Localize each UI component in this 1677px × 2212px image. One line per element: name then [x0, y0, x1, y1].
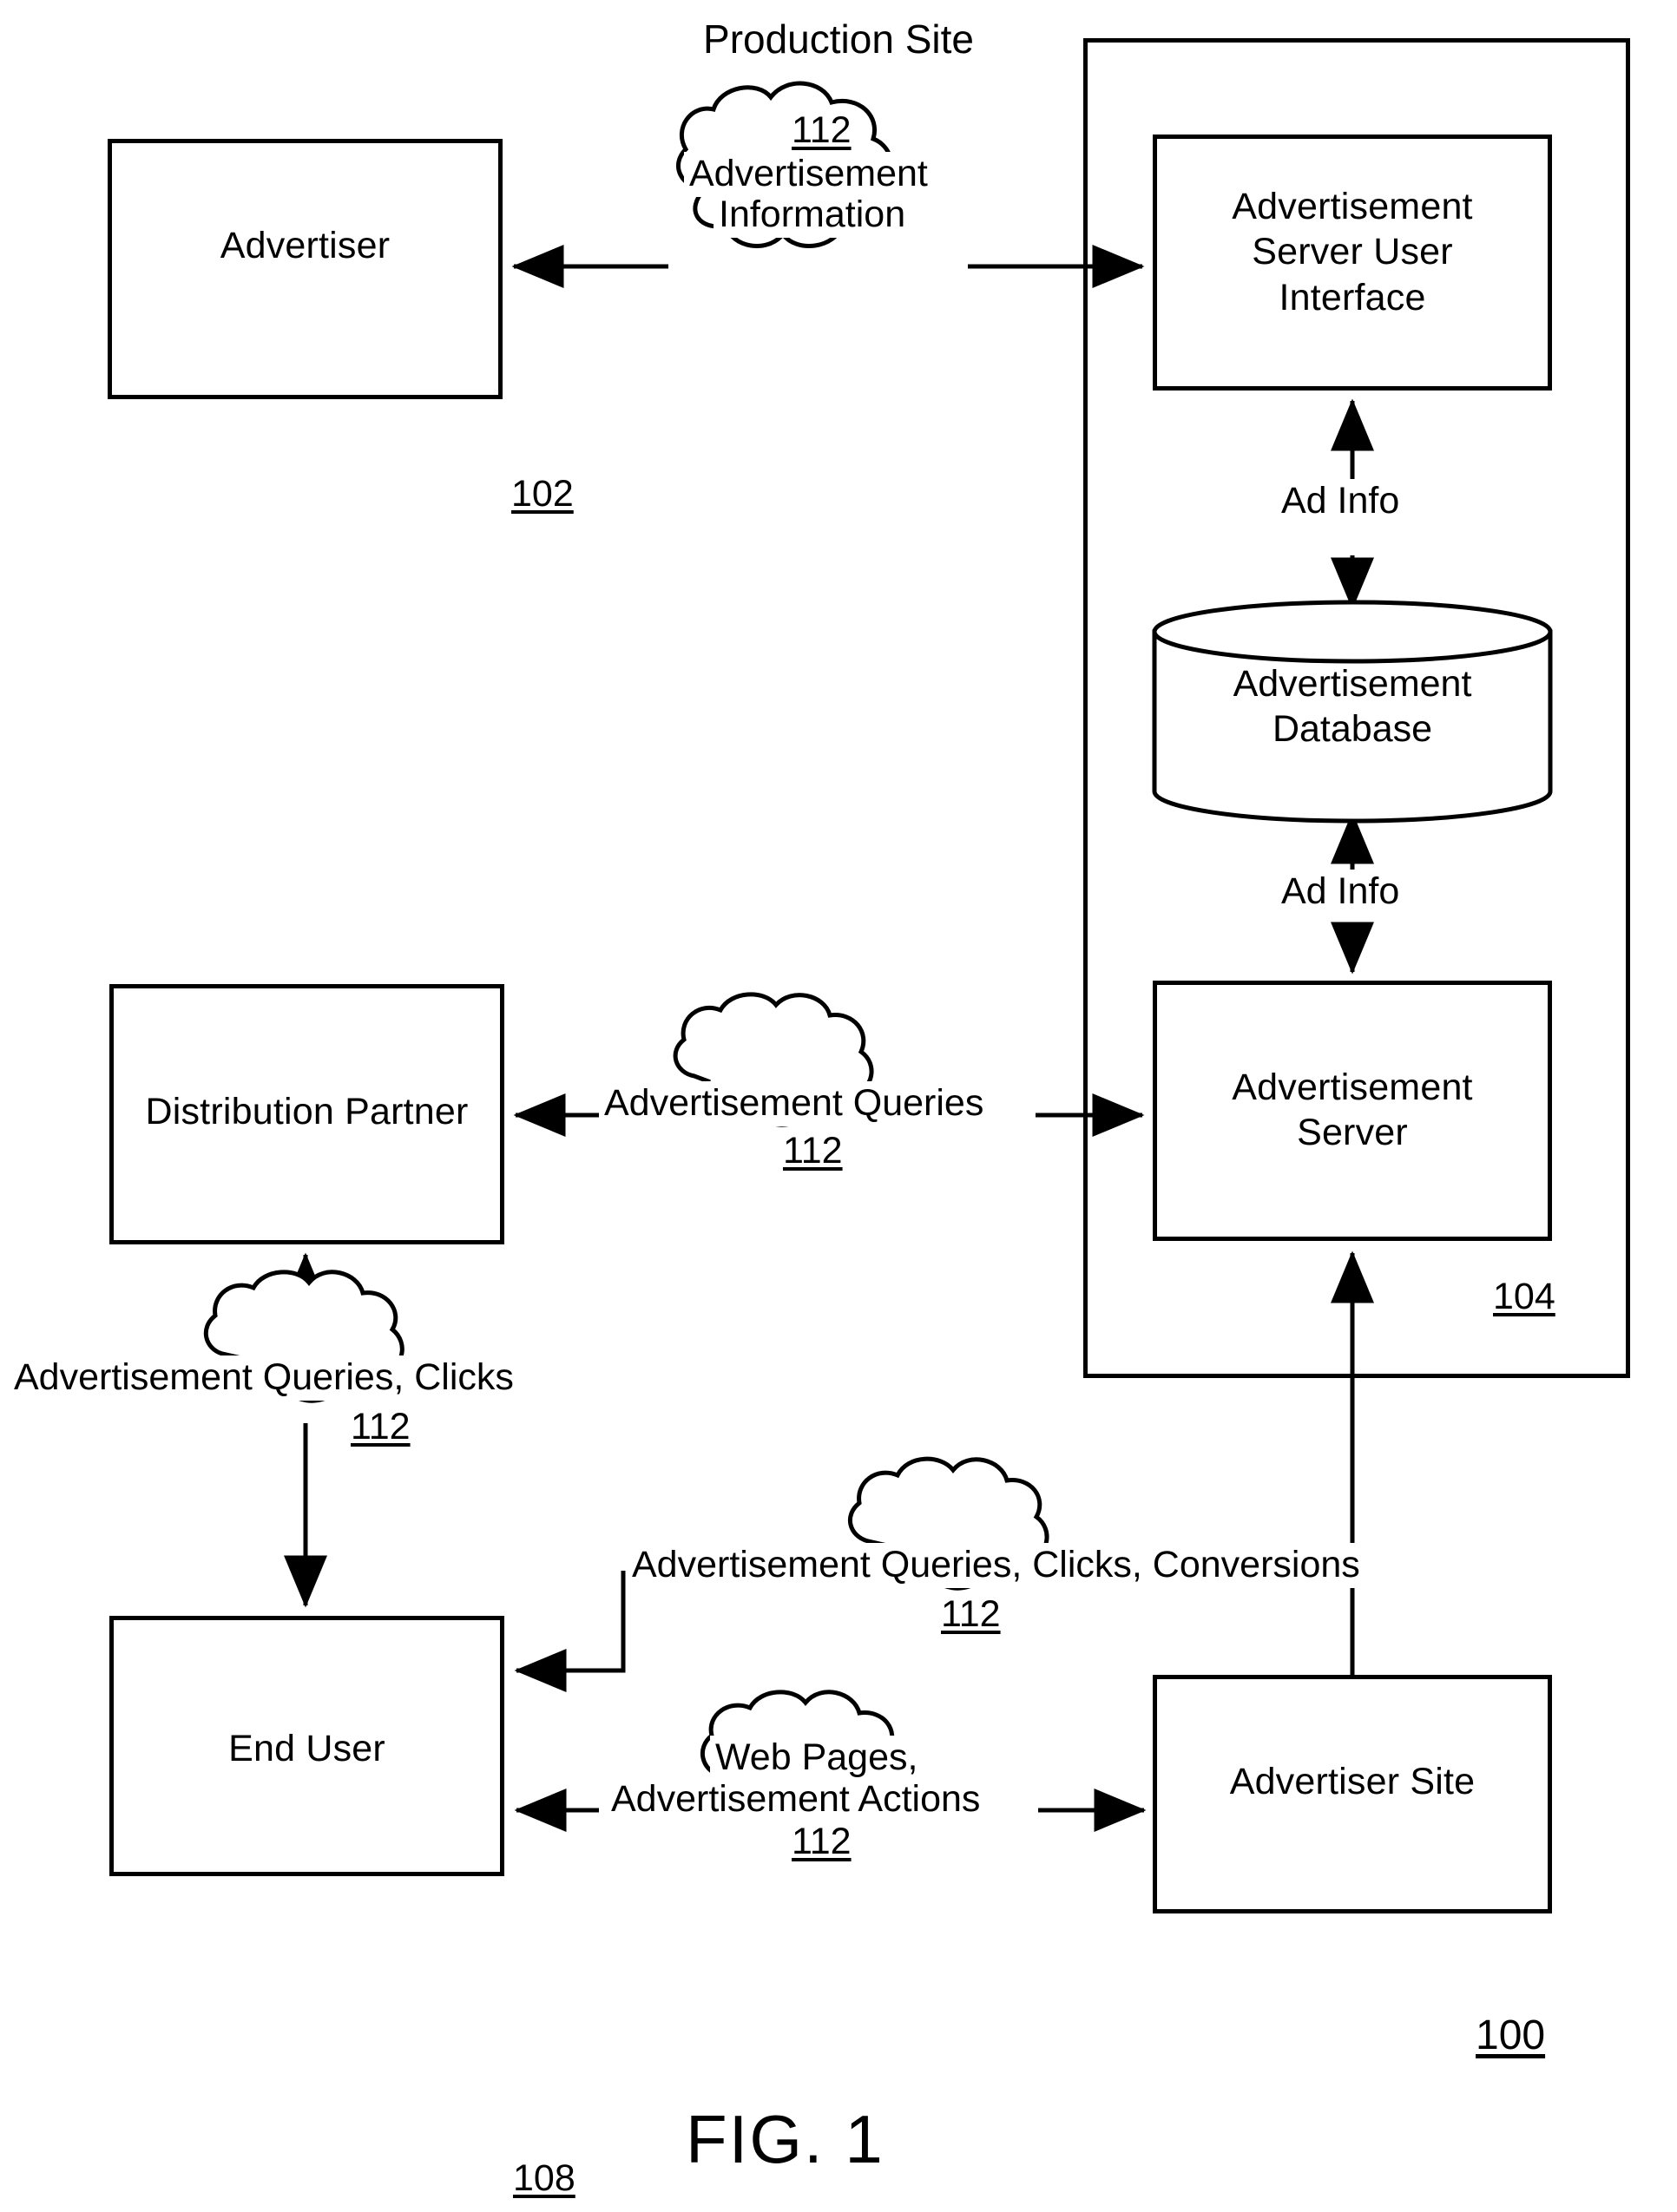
- edge-site-to-enduser-elbow: [514, 1571, 626, 1692]
- advertiser-label: Advertiser: [220, 225, 391, 266]
- edge-label-advertisement-information-line2: Information: [714, 193, 911, 238]
- db-label-line1: Advertisement: [1233, 663, 1472, 705]
- distribution-partner-label: Distribution Partner: [145, 1091, 469, 1132]
- figure-canvas: Advertisement Server User Interface --> …: [0, 0, 1677, 2212]
- production-site-title: Production Site: [703, 16, 974, 62]
- reference-numeral-100: 100: [1476, 2012, 1546, 2058]
- server-label-line1: Advertisement: [1232, 1067, 1473, 1108]
- reference-numeral-102: 102: [511, 473, 574, 515]
- edge-label-advertisement-information-line1: Advertisement: [684, 152, 933, 197]
- edge-label-advertisement-queries-clicks: Advertisement Queries, Clicks: [9, 1355, 519, 1401]
- edge-label-ad-info-top: Ad Info: [1276, 479, 1405, 524]
- figure-caption: FIG. 1: [686, 2101, 885, 2177]
- db-label-line2: Database: [1272, 708, 1433, 751]
- edge-label-ad-info-bottom: Ad Info: [1276, 870, 1405, 915]
- ui-label-line2: Server User: [1252, 231, 1453, 273]
- advertiser-node[interactable]: Advertiser 102: [108, 139, 574, 515]
- edge-label-ref-advertisement-information: 112: [788, 109, 855, 152]
- edge-label-ref-advertisement-queries-clicks-conversions: 112: [937, 1593, 1004, 1636]
- edge-label-web-pages-line1: Web Pages,: [710, 1736, 924, 1781]
- end-user-label: End User: [228, 1728, 385, 1769]
- advertisement-server-label: Advertisement Server: [1157, 1065, 1548, 1156]
- advertisement-database-node[interactable]: Advertisement Database 124: [1154, 599, 1550, 824]
- advertiser-site-label: Advertiser Site: [1229, 1761, 1476, 1802]
- ui-label-line1: Advertisement: [1232, 186, 1473, 227]
- advertisement-server-node[interactable]: Advertisement Server 126: [1153, 981, 1552, 1241]
- reference-numeral-104: 104: [1493, 1276, 1555, 1317]
- advertisement-database-label: Advertisement Database: [1154, 661, 1550, 752]
- edge-label-ref-advertisement-queries-clicks: 112: [347, 1406, 414, 1448]
- reference-numeral-108: 108: [513, 2157, 575, 2199]
- server-label-line2: Server: [1297, 1112, 1408, 1154]
- edge-label-advertisement-queries: Advertisement Queries: [599, 1081, 990, 1126]
- distribution-partner-node[interactable]: Distribution Partner 108: [109, 984, 575, 2199]
- edge-label-ref-web-pages: 112: [788, 1821, 855, 1863]
- edge-label-advertisement-queries-clicks-conversions: Advertisement Queries, Clicks, Conversio…: [627, 1543, 1365, 1588]
- advertisement-server-user-interface-node[interactable]: Advertisement Server User Interface 122: [1153, 135, 1552, 391]
- ui-label-line3: Interface: [1279, 276, 1426, 318]
- edge-label-ref-advertisement-queries: 112: [779, 1130, 846, 1172]
- advertisement-server-user-interface-label: Advertisement Server User Interface: [1157, 184, 1548, 320]
- end-user-node[interactable]: End User 110: [109, 1616, 504, 1876]
- edge-label-web-pages-line2: Advertisement Actions: [606, 1777, 986, 1822]
- advertiser-site-node[interactable]: Advertiser Site 106: [1153, 1675, 1552, 1913]
